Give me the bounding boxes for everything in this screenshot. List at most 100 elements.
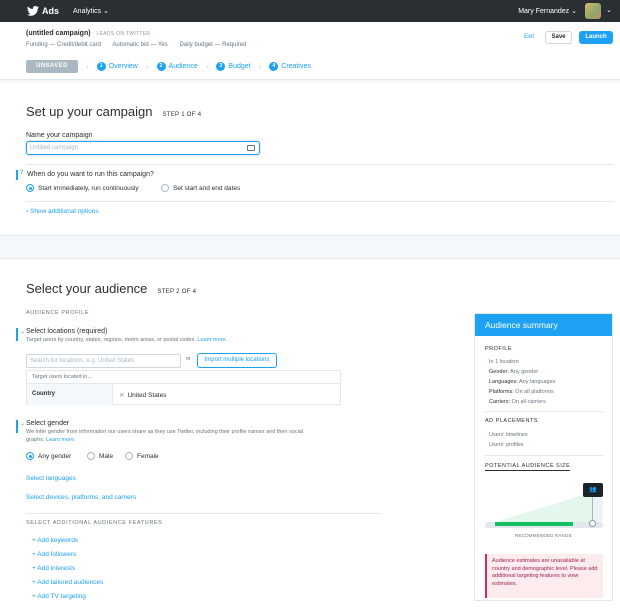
show-options-label: Show additional options: [29, 208, 99, 215]
estimate-error-message: Audience estimates are unavailable at co…: [485, 554, 603, 598]
unsaved-badge: UNSAVED: [26, 59, 78, 73]
budget-meta: Daily budget — Required: [179, 42, 247, 48]
funding-meta: Funding — Credit/debit card: [26, 42, 102, 48]
when-label: When do you want to run this campaign?: [27, 171, 154, 178]
location-value: United States: [127, 391, 167, 399]
start-immediately-radio[interactable]: Start immediately, run continuously: [26, 184, 139, 192]
gender-label: Select gender: [26, 420, 70, 427]
audience-card: Select your audience STEP 2 OF 4 AUDIENCE…: [0, 258, 620, 610]
step-number: 2: [156, 61, 166, 71]
placement-profiles: Users' profiles: [489, 442, 524, 448]
select-languages-link[interactable]: Select languages: [26, 475, 76, 482]
step-number: 1: [96, 61, 106, 71]
radio-selected: [26, 184, 34, 192]
audience-profile-heading: AUDIENCE PROFILE: [26, 310, 90, 316]
step-budget[interactable]: 3 Budget ›: [216, 61, 261, 71]
user-menu[interactable]: Mary Fernandez ⌄: [518, 7, 577, 15]
avatar[interactable]: [585, 3, 601, 19]
add-keywords-link[interactable]: + Add keywords: [32, 537, 78, 544]
divider: [485, 455, 603, 456]
any-gender-radio[interactable]: Any gender: [26, 452, 71, 460]
bid-meta: Automatic bid — Yes: [112, 42, 168, 48]
recommended-range-bar: [495, 522, 573, 526]
twitter-bird-icon[interactable]: [27, 6, 39, 16]
people-icon: 👥: [583, 483, 603, 497]
step-number: 4: [269, 61, 279, 71]
summary-key: Languages:: [489, 379, 518, 385]
radio-label: Male: [99, 452, 114, 460]
summary-languages: Languages: Any languages: [489, 379, 555, 385]
step-label: Audience: [168, 62, 198, 70]
analytics-menu[interactable]: Analytics ⌄: [73, 7, 109, 15]
table-cell-value: ✕ United States: [113, 391, 166, 399]
step-navigation: UNSAVED › 1 Overview › 2 Audience › 3 Budget ›…: [26, 59, 311, 73]
campaign-title: (untitled campaign) LEADS ON TWITTER: [26, 30, 150, 37]
ads-brand[interactable]: Ads: [42, 6, 59, 16]
import-locations-button[interactable]: Import multiple locations: [197, 353, 277, 368]
divider: [26, 513, 381, 514]
table-cell-type: Country: [27, 384, 113, 405]
show-additional-options-link[interactable]: › Show additional options: [26, 208, 99, 215]
remove-icon[interactable]: ✕: [119, 392, 124, 399]
locations-table: Target users located in... Country ✕ Unit…: [26, 370, 341, 405]
chevron-down-icon[interactable]: ⌄: [606, 6, 612, 14]
gender-help-text: We infer gender from information our use…: [26, 429, 304, 435]
step-creatives[interactable]: 4 Creatives: [269, 61, 311, 71]
learn-more-link[interactable]: Learn more.: [46, 437, 76, 443]
learn-more-link[interactable]: Learn more.: [197, 337, 227, 343]
gender-help: We infer gender from information our use…: [26, 429, 336, 444]
chevron-right-icon: ›: [26, 208, 29, 215]
male-radio[interactable]: Male: [87, 452, 113, 460]
start-end-dates-radio[interactable]: Set start and end dates: [161, 184, 240, 192]
audience-summary-panel: Audience summary PROFILE In 1 location G…: [474, 313, 613, 601]
name-label: Name your campaign: [26, 132, 93, 139]
exit-link[interactable]: Exit: [524, 34, 534, 40]
summary-value: Any languages: [518, 379, 556, 385]
help-icon[interactable]: ?: [16, 170, 23, 180]
step-label: Creatives: [281, 62, 311, 70]
campaign-header: (untitled campaign) LEADS ON TWITTER Fund…: [0, 22, 620, 80]
campaign-name-input[interactable]: Untitled campaign: [26, 141, 260, 155]
summary-value: Any gender: [510, 369, 539, 375]
contact-card-icon: [247, 145, 255, 151]
add-followers-link[interactable]: + Add followers: [32, 551, 76, 558]
chevron-down-icon: ⌄: [102, 8, 109, 15]
step-overview[interactable]: 1 Overview ›: [96, 61, 149, 71]
location-search-input[interactable]: Search for locations, e.g. United States: [26, 354, 181, 368]
summary-gender: Gender: Any gender: [489, 369, 538, 375]
audience-step: STEP 2 OF 4: [157, 289, 197, 295]
step-separator: ›: [86, 61, 89, 71]
radio-label: Any gender: [38, 452, 72, 460]
launch-button[interactable]: Launch: [579, 31, 613, 44]
summary-value: On all platforms: [515, 389, 554, 395]
summary-carriers: Carriers: On all carriers: [489, 399, 546, 405]
save-button[interactable]: Save: [545, 31, 572, 44]
radio-unselected: [125, 452, 133, 460]
locations-help-text: Target users by country, states, regions…: [26, 337, 196, 343]
radio-label: Set start and end dates: [173, 184, 241, 192]
ad-placements-heading: AD PLACEMENTS: [485, 418, 538, 424]
user-name: Mary Fernandez: [518, 8, 570, 15]
select-devices-link[interactable]: Select devices, platforms, and carriers: [26, 494, 136, 501]
summary-key: Gender:: [489, 369, 509, 375]
step-audience[interactable]: 2 Audience ›: [156, 61, 208, 71]
table-row: Country ✕ United States: [27, 384, 340, 405]
potential-audience-heading: POTENTIAL AUDIENCE SIZE: [485, 463, 571, 471]
step-label: Overview: [108, 62, 138, 70]
add-tailored-audiences-link[interactable]: + Add tailored audiences: [32, 579, 103, 586]
female-radio[interactable]: Female: [125, 452, 159, 460]
summary-platforms: Platforms: On all platforms: [489, 389, 554, 395]
radio-selected: [26, 452, 34, 460]
top-nav-bar: Ads Analytics ⌄ Mary Fernandez ⌄ ⌄: [0, 0, 620, 22]
campaign-objective: LEADS ON TWITTER: [96, 31, 151, 37]
audience-summary-title: Audience summary: [475, 314, 612, 336]
add-interests-link[interactable]: + Add interests: [32, 565, 75, 572]
recommended-range-label: RECOMMENDED RANGE: [515, 533, 572, 538]
range-slider-handle[interactable]: [589, 520, 596, 527]
summary-key: Platforms:: [489, 389, 514, 395]
analytics-label: Analytics: [73, 8, 102, 15]
add-tv-targeting-link[interactable]: + Add TV targeting: [32, 593, 86, 600]
collapse-indicator[interactable]: ⌄: [16, 420, 25, 433]
collapse-indicator[interactable]: ⌄: [16, 328, 25, 341]
radio-label: Start immediately, run continuously: [38, 184, 139, 192]
